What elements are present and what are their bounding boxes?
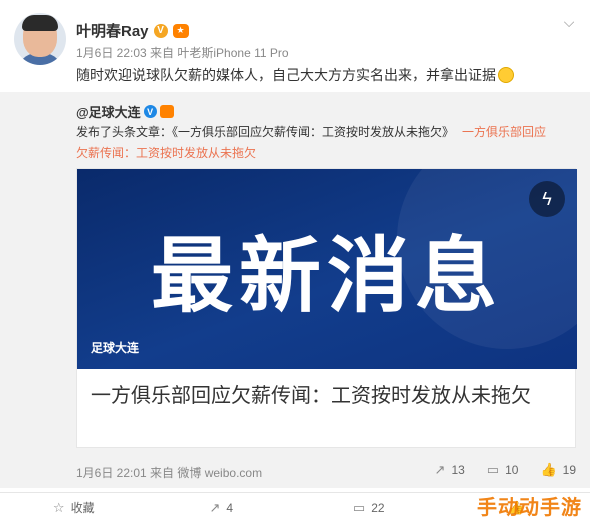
verified-badge-icon: V bbox=[143, 105, 157, 118]
article-banner: 最新消息 足球大连 ϟ bbox=[77, 169, 577, 369]
repost-author[interactable]: @足球大连 bbox=[76, 102, 141, 121]
article-card[interactable]: 最新消息 足球大连 ϟ 一方俱乐部回应欠薪传闻：工资按时发放从未拖欠 bbox=[76, 168, 577, 448]
comment-icon: ▭ bbox=[486, 462, 500, 477]
comment-count: 10 bbox=[505, 463, 519, 477]
chevron-down-icon[interactable]: ⌵ bbox=[561, 14, 577, 30]
comment-action-count: 22 bbox=[371, 500, 385, 515]
favorite-icon: ☆ bbox=[52, 499, 65, 515]
like-count: 19 bbox=[562, 463, 576, 477]
member-icon: ★ bbox=[172, 23, 189, 38]
username[interactable]: 叶明春Ray bbox=[76, 20, 149, 41]
article-card-title[interactable]: 一方俱乐部回应欠薪传闻：工资按时发放从未拖欠 bbox=[91, 381, 563, 411]
comment-stat[interactable]: ▭ 10 bbox=[487, 462, 519, 478]
banner-brand: 足球大连 bbox=[91, 341, 140, 355]
weibo-post: 叶明春Ray V ★ 1月6日 22:03 来自 叶老斯iPhone 11 Pr… bbox=[0, 0, 590, 92]
verified-badge-icon: V bbox=[153, 23, 168, 38]
repost-action-count: 4 bbox=[226, 500, 234, 515]
article-link-continued[interactable]: 欠薪传闻：工资按时发放从未拖欠 bbox=[76, 144, 256, 161]
post-text: 随时欢迎说球队欠薪的媒体人，自己大大方方实名出来，并拿出证据 bbox=[76, 67, 496, 83]
like-stat[interactable]: 👍 19 bbox=[540, 462, 576, 478]
article-link[interactable]: 一方俱乐部回应 bbox=[462, 125, 546, 139]
flash-icon[interactable]: ϟ bbox=[529, 181, 565, 217]
repost-button[interactable]: ↗ 4 bbox=[148, 493, 296, 522]
comment-icon: ▭ bbox=[352, 499, 366, 515]
reposted-content: @足球大连 V 发布了头条文章：《一方俱乐部回应欠薪传闻：工资按时发放从未拖欠》… bbox=[0, 92, 590, 488]
repost-stats: ↗ 13 ▭ 10 👍 19 bbox=[435, 462, 576, 478]
favorite-label: 收藏 bbox=[70, 501, 95, 515]
repost-count: 13 bbox=[451, 463, 465, 477]
member-icon bbox=[159, 105, 174, 118]
avatar-hair bbox=[22, 15, 58, 31]
post-meta: 1月6日 22:03 来自 叶老斯iPhone 11 Pro bbox=[76, 46, 289, 60]
repost-icon: ↗ bbox=[209, 499, 221, 515]
repost-icon: ↗ bbox=[434, 462, 446, 477]
avatar[interactable] bbox=[14, 13, 66, 65]
like-icon: 👍 bbox=[540, 462, 557, 477]
watermark: 手动动手游 bbox=[477, 497, 582, 519]
banner-headline: 最新消息 bbox=[150, 229, 503, 324]
post-header: 叶明春Ray V ★ bbox=[76, 20, 189, 41]
repost-meta: 1月6日 22:01 来自 微博 weibo.com bbox=[76, 466, 263, 480]
comment-button[interactable]: ▭ 22 bbox=[295, 493, 443, 522]
post-body: 随时欢迎说球队欠薪的媒体人，自己大大方方实名出来，并拿出证据 bbox=[76, 65, 514, 85]
favorite-button[interactable]: ☆ 收藏 bbox=[0, 493, 148, 522]
repost-article-title[interactable]: 发布了头条文章：《一方俱乐部回应欠薪传闻：工资按时发放从未拖欠》 bbox=[76, 125, 454, 139]
smile-emoji-icon bbox=[498, 67, 514, 83]
repost-stat[interactable]: ↗ 13 bbox=[435, 462, 465, 478]
repost-article-line: 发布了头条文章：《一方俱乐部回应欠薪传闻：工资按时发放从未拖欠》 一方俱乐部回应 bbox=[76, 123, 546, 140]
repost-author-row: @足球大连 V bbox=[76, 102, 174, 121]
